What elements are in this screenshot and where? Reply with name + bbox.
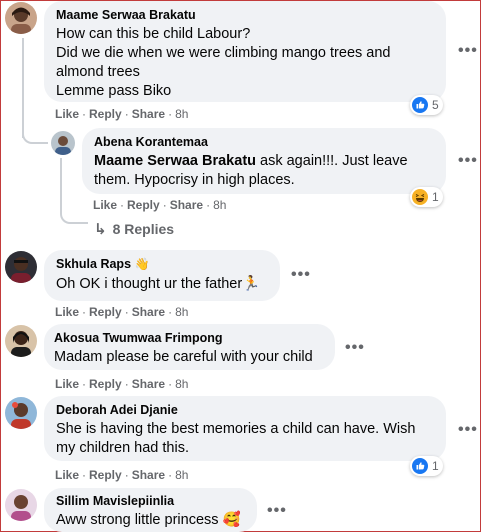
reply-arrow-icon: ↳ bbox=[94, 221, 107, 238]
avatar[interactable] bbox=[5, 325, 37, 357]
comment-timestamp[interactable]: 8h bbox=[175, 107, 188, 121]
avatar[interactable] bbox=[51, 131, 75, 155]
reply-button[interactable]: Reply bbox=[89, 468, 122, 482]
avatar[interactable] bbox=[5, 251, 37, 283]
reply-button[interactable]: Reply bbox=[89, 305, 122, 319]
reaction-count: 1 bbox=[432, 190, 439, 204]
comment-bubble: Skhula Raps 👋 Oh OK i thought ur the fat… bbox=[44, 250, 280, 301]
share-button[interactable]: Share bbox=[132, 468, 165, 482]
comment-actions: Like · Reply · Share · 8h bbox=[55, 107, 188, 121]
comment-bubble: Sillim Mavislepiinlia Aww strong little … bbox=[44, 488, 257, 532]
comment-actions: Like · Reply · Share · 8h bbox=[55, 305, 188, 319]
share-button[interactable]: Share bbox=[132, 107, 165, 121]
dot-separator: · bbox=[124, 305, 129, 319]
comment-author[interactable]: Sillim Mavislepiinlia bbox=[56, 494, 245, 509]
like-button[interactable]: Like bbox=[55, 377, 79, 391]
more-options-icon[interactable]: ••• bbox=[458, 153, 478, 169]
comment-author[interactable]: Maame Serwaa Brakatu bbox=[56, 8, 434, 23]
avatar[interactable] bbox=[5, 489, 37, 521]
comment-author[interactable]: Skhula Raps 👋 bbox=[56, 257, 268, 272]
dot-separator: · bbox=[124, 377, 129, 391]
comment-timestamp[interactable]: 8h bbox=[175, 468, 188, 482]
dot-separator: · bbox=[82, 305, 87, 319]
share-button[interactable]: Share bbox=[170, 198, 203, 212]
reply-timestamp[interactable]: 8h bbox=[213, 198, 226, 212]
comment-actions: Like · Reply · Share · 8h bbox=[55, 377, 188, 391]
thread-connector bbox=[22, 128, 48, 144]
reaction-count: 5 bbox=[432, 98, 439, 112]
haha-icon bbox=[412, 189, 428, 205]
view-replies-link[interactable]: ↳ 8 Replies bbox=[94, 220, 174, 238]
reaction-summary[interactable]: 5 bbox=[410, 95, 443, 115]
more-options-icon[interactable]: ••• bbox=[345, 340, 365, 356]
share-button[interactable]: Share bbox=[132, 377, 165, 391]
comment-actions: Like · Reply · Share · 8h bbox=[55, 468, 188, 482]
comment-bubble: Akosua Twumwaa Frimpong Madam please be … bbox=[44, 324, 335, 370]
like-button[interactable]: Like bbox=[55, 468, 79, 482]
comment-text: How can this be child Labour? Did we die… bbox=[56, 26, 391, 99]
dot-separator: · bbox=[168, 107, 173, 121]
wave-icon: 👋 bbox=[134, 257, 150, 271]
reply-text: Maame Serwaa Brakatu ask again!!!. Just … bbox=[94, 152, 434, 190]
avatar[interactable] bbox=[5, 2, 37, 34]
thread-connector bbox=[22, 38, 24, 138]
more-options-icon[interactable]: ••• bbox=[267, 503, 287, 519]
reaction-summary[interactable]: 1 bbox=[410, 456, 443, 476]
comment-text: Aww strong little princess 🥰 bbox=[56, 512, 241, 528]
dot-separator: · bbox=[82, 468, 87, 482]
dot-separator: · bbox=[124, 468, 129, 482]
thread-connector bbox=[60, 208, 88, 224]
comment-timestamp[interactable]: 8h bbox=[175, 377, 188, 391]
like-button[interactable]: Like bbox=[55, 305, 79, 319]
more-options-icon[interactable]: ••• bbox=[458, 43, 478, 59]
reply-button[interactable]: Reply bbox=[89, 107, 122, 121]
dot-separator: · bbox=[168, 305, 173, 319]
more-options-icon[interactable]: ••• bbox=[291, 267, 311, 283]
comment-text: Madam please be careful with your child bbox=[54, 349, 313, 365]
reply-author[interactable]: Abena Korantemaa bbox=[94, 135, 434, 150]
like-button[interactable]: Like bbox=[55, 107, 79, 121]
reply-button[interactable]: Reply bbox=[127, 198, 160, 212]
like-button[interactable]: Like bbox=[93, 198, 117, 212]
comment-author[interactable]: Akosua Twumwaa Frimpong bbox=[54, 331, 325, 346]
like-icon bbox=[412, 458, 428, 474]
reaction-count: 1 bbox=[432, 459, 439, 473]
dot-separator: · bbox=[206, 198, 211, 212]
share-button[interactable]: Share bbox=[132, 305, 165, 319]
dot-separator: · bbox=[124, 107, 129, 121]
dot-separator: · bbox=[168, 377, 173, 391]
comment-text: Oh OK i thought ur the father🏃 bbox=[56, 276, 261, 292]
comment-bubble: Deborah Adei Djanie She is having the be… bbox=[44, 396, 446, 461]
dot-separator: · bbox=[82, 377, 87, 391]
dot-separator: · bbox=[82, 107, 87, 121]
dot-separator: · bbox=[168, 468, 173, 482]
more-options-icon[interactable]: ••• bbox=[458, 422, 478, 438]
reply-actions: Like · Reply · Share · 8h bbox=[93, 198, 226, 212]
comment-bubble: Maame Serwaa Brakatu How can this be chi… bbox=[44, 1, 446, 102]
reaction-summary[interactable]: 1 bbox=[410, 187, 443, 207]
comment-author[interactable]: Deborah Adei Djanie bbox=[56, 403, 434, 418]
view-replies-label: 8 Replies bbox=[112, 221, 175, 237]
thread-connector bbox=[60, 158, 62, 213]
dot-separator: · bbox=[120, 198, 125, 212]
comment-timestamp[interactable]: 8h bbox=[175, 305, 188, 319]
reply-button[interactable]: Reply bbox=[89, 377, 122, 391]
like-icon bbox=[412, 97, 428, 113]
reply-bubble: Abena Korantemaa Maame Serwaa Brakatu as… bbox=[82, 128, 446, 194]
comment-text: She is having the best memories a child … bbox=[56, 421, 416, 456]
dot-separator: · bbox=[162, 198, 167, 212]
author-name: Skhula Raps bbox=[56, 257, 132, 271]
mention-link[interactable]: Maame Serwaa Brakatu bbox=[94, 153, 256, 169]
avatar[interactable] bbox=[5, 397, 37, 429]
